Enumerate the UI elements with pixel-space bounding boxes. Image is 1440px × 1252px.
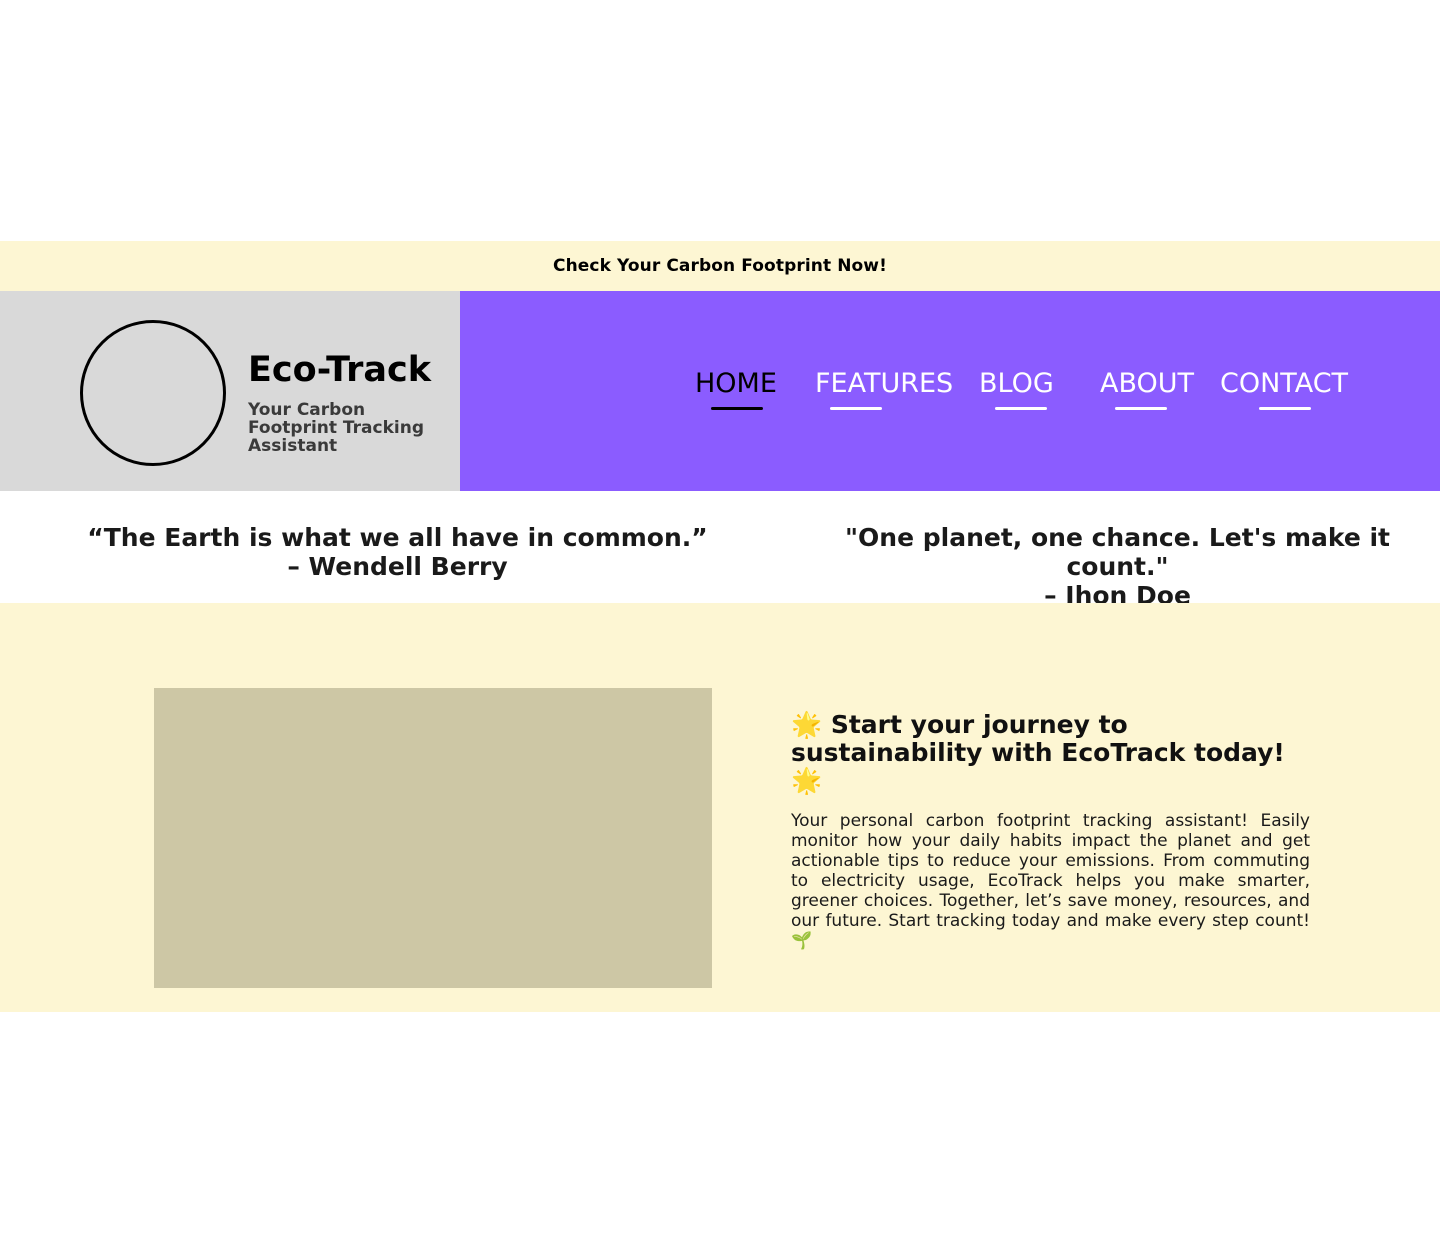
brand-subtitle: Your Carbon Footprint Tracking Assistant	[248, 400, 425, 456]
hero-body: Your personal carbon footprint tracking …	[791, 811, 1310, 951]
site-header: Eco-Track Your Carbon Footprint Tracking…	[0, 291, 1440, 491]
quote-right: "One planet, one chance. Let's make it c…	[795, 491, 1440, 610]
quote-author: – Wendell Berry	[287, 552, 508, 581]
quote-text: "One planet, one chance. Let's make it c…	[845, 523, 1390, 581]
quote-left: “The Earth is what we all have in common…	[0, 491, 795, 603]
brand-text: Eco-Track Your Carbon Footprint Tracking…	[248, 349, 448, 455]
hero-title: 🌟 Start your journey to sustainability w…	[791, 710, 1285, 795]
circle-logo-icon[interactable]	[80, 320, 226, 466]
nav-item-about[interactable]: ABOUT	[1100, 367, 1194, 401]
nav-item-blog[interactable]: BLOG	[979, 367, 1054, 401]
nav-underline-features	[830, 407, 882, 410]
bottom-spacer	[0, 1012, 1440, 1252]
nav-item-contact[interactable]: CONTACT	[1220, 367, 1348, 401]
nav-underline-contact	[1259, 407, 1311, 410]
cta-banner: Check Your Carbon Footprint Now!	[0, 241, 1440, 291]
hero-image-placeholder	[154, 688, 712, 988]
nav-underline-about	[1115, 407, 1167, 410]
brand-title: Eco-Track	[248, 350, 432, 390]
nav-underline-home	[711, 407, 763, 410]
nav-underline-blog	[995, 407, 1047, 410]
quotes-section: “The Earth is what we all have in common…	[0, 491, 1440, 610]
top-spacer	[0, 0, 1440, 241]
hero-section: 🌟 Start your journey to sustainability w…	[0, 603, 1440, 1012]
nav-item-features[interactable]: FEATURES	[815, 367, 953, 401]
hero-text: 🌟 Start your journey to sustainability w…	[791, 710, 1310, 952]
main-nav: HOME FEATURES BLOG ABOUT CONTACT	[460, 291, 1440, 491]
check-footprint-link[interactable]: Check Your Carbon Footprint Now!	[553, 256, 887, 276]
quote-text: “The Earth is what we all have in common…	[87, 523, 708, 552]
brand-panel: Eco-Track Your Carbon Footprint Tracking…	[0, 291, 460, 491]
nav-item-home[interactable]: HOME	[695, 367, 777, 401]
